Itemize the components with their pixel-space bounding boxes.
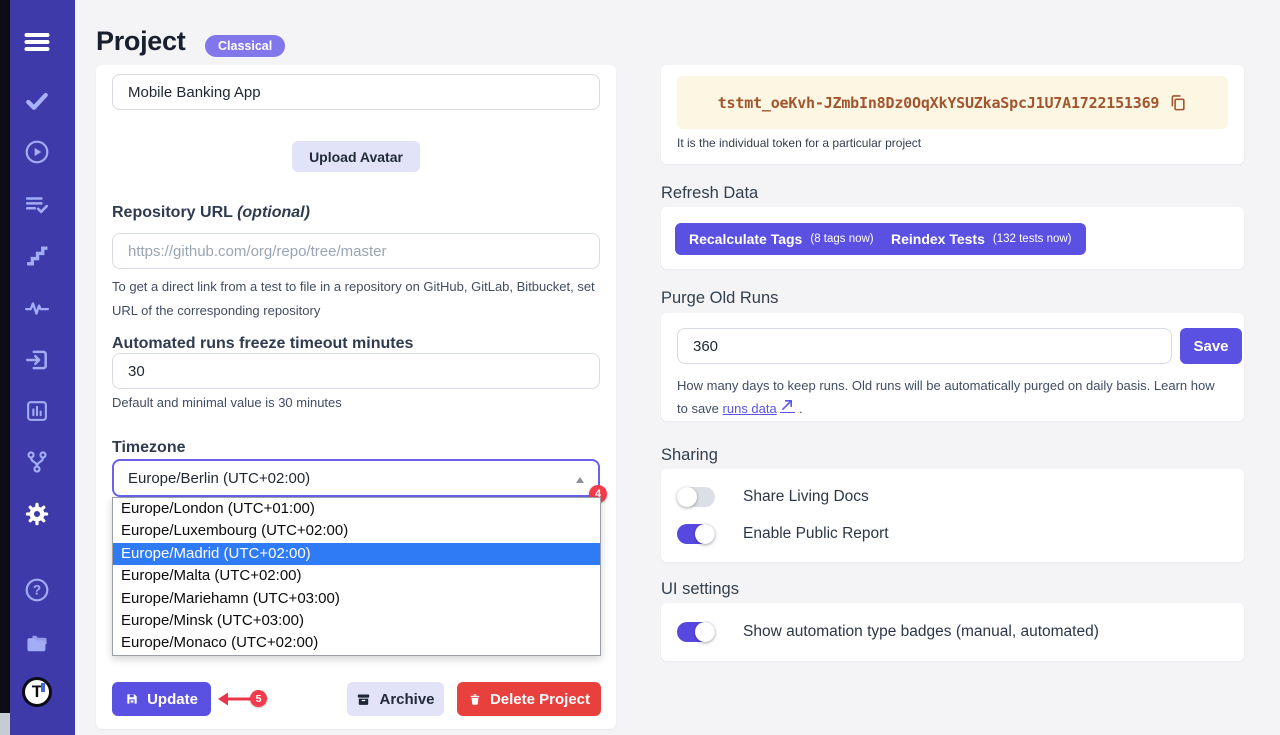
timezone-option-highlighted[interactable]: Europe/Madrid (UTC+02:00) [113,543,600,565]
automation-badges-row: Show automation type badges (manual, aut… [677,622,1099,642]
steps-icon[interactable] [25,244,50,269]
repo-help-text: To get a direct link from a test to file… [112,275,600,323]
delete-project-button[interactable]: Delete Project [457,682,601,716]
update-step-badge: 5 [250,690,267,707]
project-type-badge: Classical [205,35,285,57]
timezone-dropdown: Europe/London (UTC+01:00) Europe/Luxembo… [112,497,601,656]
list-check-icon[interactable] [24,192,50,218]
upload-avatar-button[interactable]: Upload Avatar [292,141,420,172]
timezone-option[interactable]: Europe/Luxembourg (UTC+02:00) [113,520,600,542]
purge-old-runs-heading: Purge Old Runs [661,289,778,308]
recalculate-tags-button[interactable]: Recalculate Tags (8 tags now) [675,223,888,255]
toggle-label: Enable Public Report [743,525,889,543]
copy-icon[interactable] [1168,93,1187,112]
token-help-text: It is the individual token for a particu… [677,136,921,150]
purge-help-text: How many days to keep runs. Old runs wil… [677,374,1225,420]
tags-count: (8 tags now) [810,233,873,245]
reindex-tests-button[interactable]: Reindex Tests (132 tests now) [877,223,1086,255]
project-settings-card: Upload Avatar Repository URL (optional) … [96,65,616,729]
sharing-card: Share Living Docs Enable Public Report [661,469,1244,562]
toggle-label: Show automation type badges (manual, aut… [743,623,1099,641]
token-box: tstmt_oeKvh-JZmbIn8Dz0OqXkYSUZkaSpcJ1U7A… [677,76,1228,129]
sidebar: ? T [0,0,75,735]
toggle-label: Share Living Docs [743,488,869,506]
enable-public-report-toggle[interactable] [677,524,715,544]
branch-icon[interactable] [24,449,50,475]
archive-icon [356,692,371,707]
timezone-label: Timezone [112,439,186,457]
play-circle-icon[interactable] [24,139,50,165]
timeout-help-text: Default and minimal value is 30 minutes [112,391,342,415]
sidebar-nav: ? T [10,0,64,735]
share-living-docs-toggle[interactable] [677,487,715,507]
help-icon[interactable]: ? [24,577,50,603]
project-token-value: tstmt_oeKvh-JZmbIn8Dz0OqXkYSUZkaSpcJ1U7A… [718,94,1160,112]
archive-button[interactable]: Archive [347,682,444,716]
page-title: Project [96,26,185,57]
api-token-card: tstmt_oeKvh-JZmbIn8Dz0OqXkYSUZkaSpcJ1U7A… [661,65,1244,164]
update-button[interactable]: Update [112,682,211,716]
check-icon[interactable] [24,88,50,114]
runs-data-link[interactable]: runs data [723,401,777,416]
repo-optional-label: (optional) [237,204,310,221]
timezone-option[interactable]: Europe/Malta (UTC+02:00) [113,565,600,587]
purge-old-runs-card: Save How many days to keep runs. Old run… [661,313,1244,421]
share-living-docs-row: Share Living Docs [677,487,869,507]
folders-icon[interactable] [24,630,51,657]
timezone-select[interactable]: Europe/Berlin (UTC+02:00) [112,459,600,497]
timezone-selected-value: Europe/Berlin (UTC+02:00) [128,470,310,487]
menu-icon[interactable] [24,31,51,53]
timeout-input[interactable] [112,353,600,389]
automation-badges-toggle[interactable] [677,622,715,642]
enable-public-report-row: Enable Public Report [677,524,889,544]
repo-url-label: Repository URL (optional) [112,204,310,222]
ui-settings-card: Show automation type badges (manual, aut… [661,603,1244,661]
refresh-data-heading: Refresh Data [661,184,758,203]
timeout-label: Automated runs freeze timeout minutes [112,335,413,353]
refresh-data-card: Recalculate Tags (8 tags now) Reindex Te… [661,207,1244,269]
timezone-option[interactable]: Europe/Monaco (UTC+02:00) [113,632,600,654]
left-edge-strip [0,0,10,735]
form-actions: Update 5 Archive Delete Project [96,682,616,716]
timezone-option[interactable]: Europe/Mariehamn (UTC+03:00) [113,588,600,610]
gear-icon[interactable] [23,500,51,528]
ui-settings-heading: UI settings [661,580,739,599]
timezone-option[interactable]: Europe/Minsk (UTC+03:00) [113,610,600,632]
bar-chart-icon[interactable] [25,399,50,424]
app-logo[interactable]: T [22,677,52,707]
repo-url-input[interactable] [112,233,600,269]
project-name-input[interactable] [112,74,600,110]
timezone-option[interactable]: Europe/London (UTC+01:00) [113,498,600,520]
svg-text:?: ? [33,583,41,598]
trash-icon [468,692,482,707]
tests-count: (132 tests now) [993,233,1072,245]
external-link-icon[interactable] [780,399,795,413]
chevron-up-icon [576,477,584,483]
save-button[interactable]: Save [1180,328,1242,364]
sharing-heading: Sharing [661,446,718,465]
purge-days-input[interactable] [677,328,1172,364]
import-icon[interactable] [24,347,50,373]
save-icon [125,692,139,706]
left-edge-strip-foot [0,713,10,735]
pulse-icon[interactable] [24,295,50,321]
